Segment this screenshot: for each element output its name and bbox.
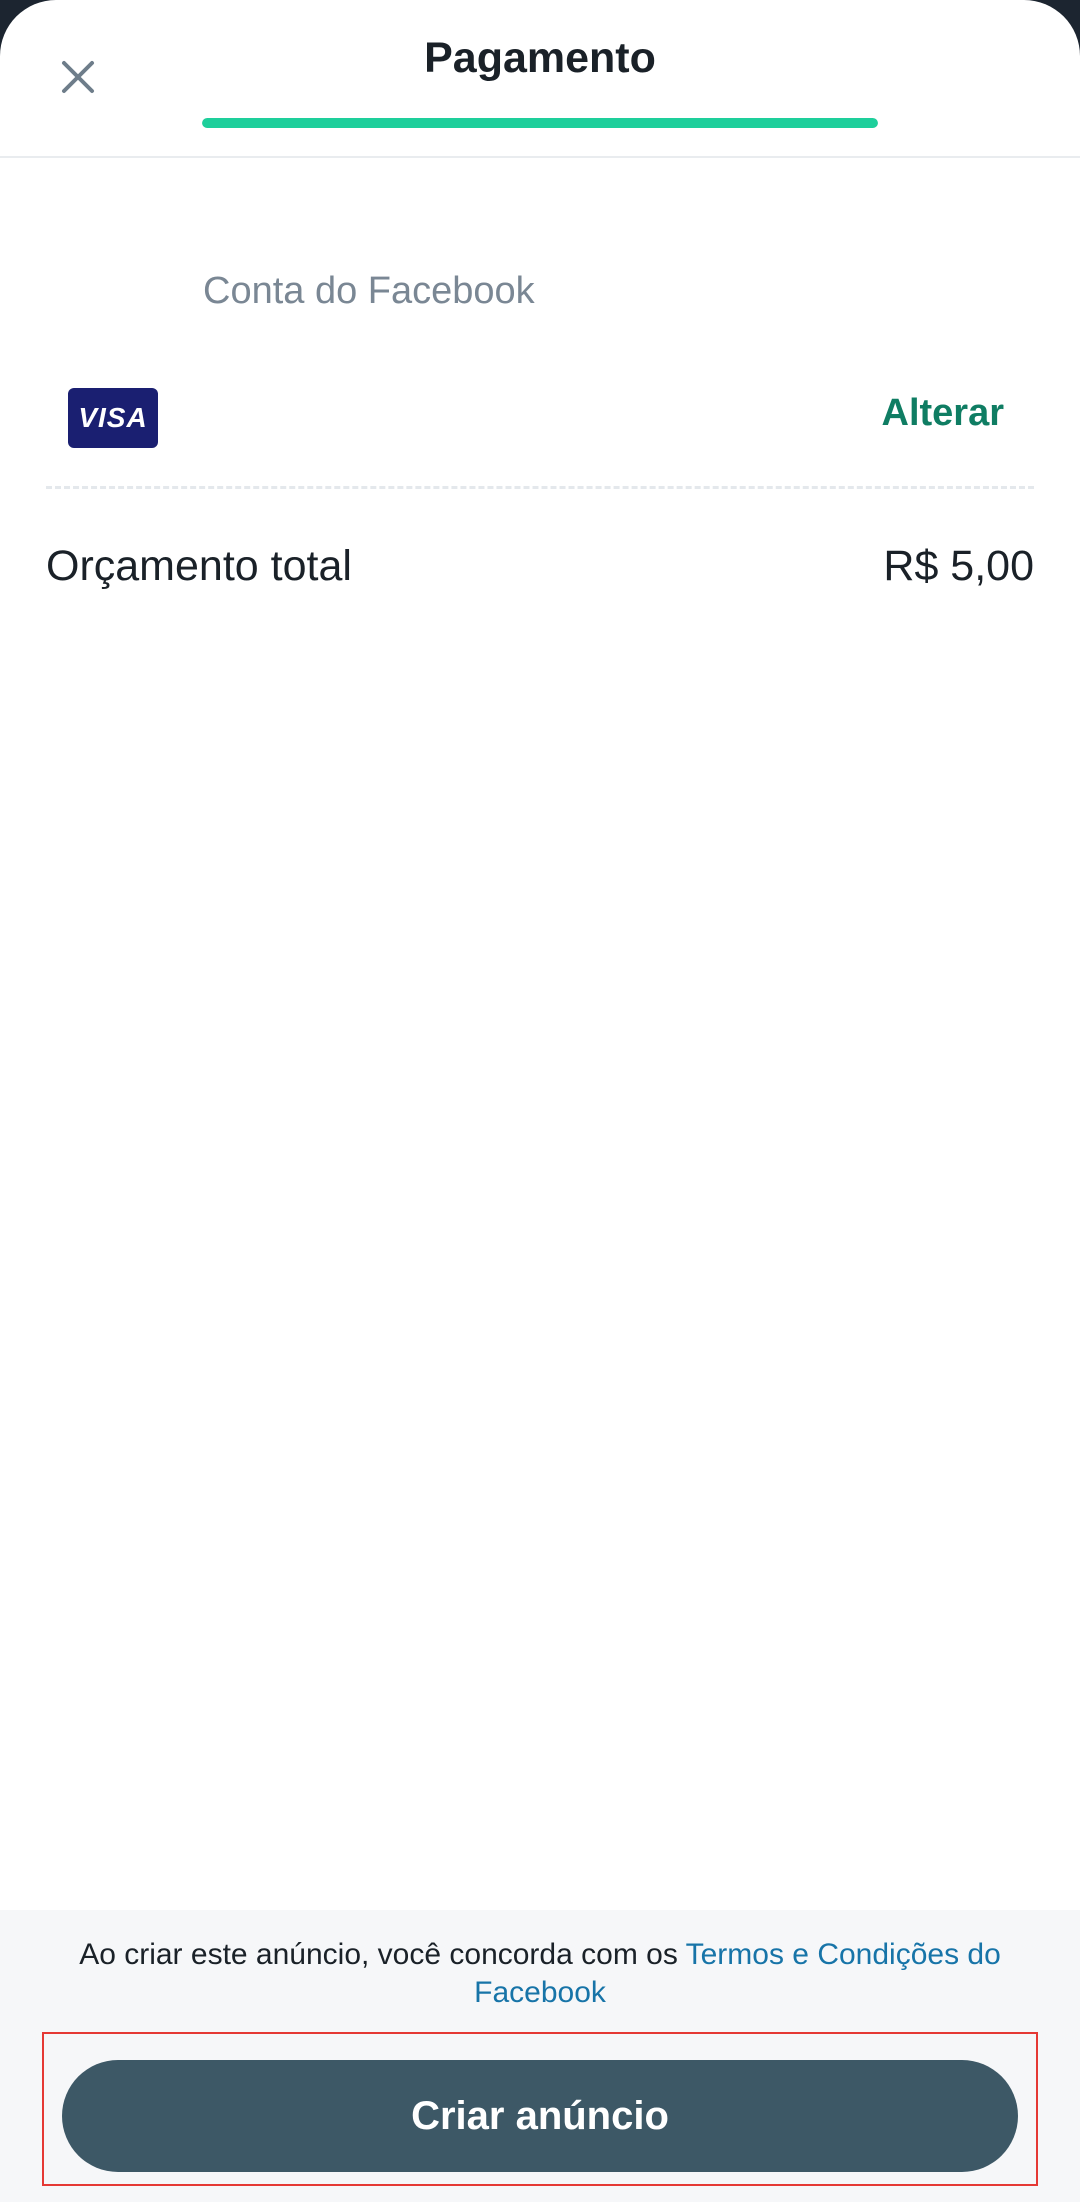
footer: Ao criar este anúncio, você concorda com…	[0, 1910, 1080, 2202]
divider	[46, 486, 1034, 489]
header: Pagamento	[0, 0, 1080, 158]
create-ad-button[interactable]: Criar anúncio	[62, 2060, 1018, 2172]
visa-card-icon: VISA	[68, 388, 158, 448]
progress-bar	[202, 118, 878, 128]
change-payment-link[interactable]: Alterar	[882, 392, 1005, 435]
terms-text: Ao criar este anúncio, você concorda com…	[40, 1936, 1040, 2012]
total-budget-row: Orçamento total R$ 5,00	[46, 542, 1034, 591]
terms-prefix: Ao criar este anúncio, você concorda com…	[79, 1938, 686, 1971]
payment-method-row: VISA Alterar	[46, 380, 1034, 494]
total-budget-value: R$ 5,00	[883, 542, 1034, 590]
account-label: Conta do Facebook	[203, 270, 535, 312]
total-budget-label: Orçamento total	[46, 542, 352, 590]
page-title: Pagamento	[424, 34, 656, 82]
payment-sheet: Pagamento Conta do Facebook VISA Alterar…	[0, 0, 1080, 2202]
progress-bar-fill	[202, 118, 878, 128]
